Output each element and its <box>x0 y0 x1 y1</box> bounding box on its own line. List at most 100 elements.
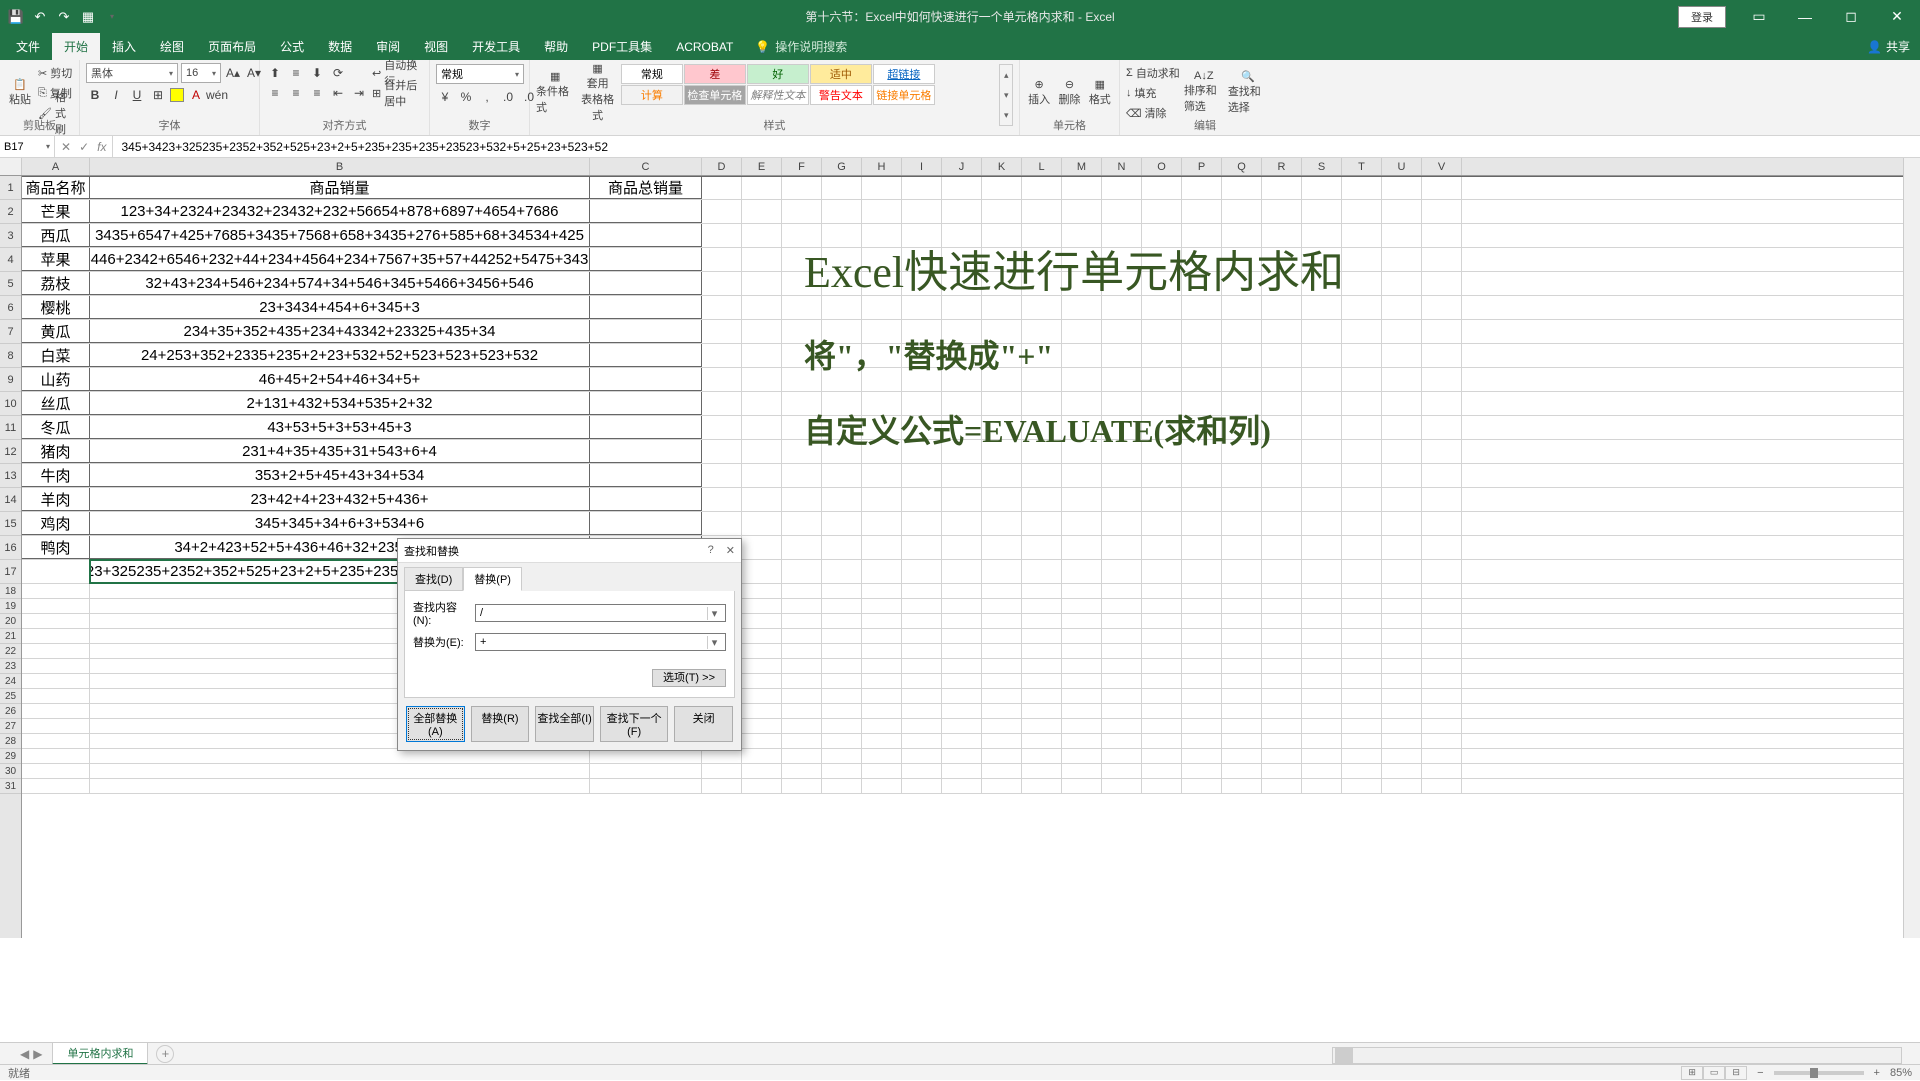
tab-formulas[interactable]: 公式 <box>268 33 316 60</box>
options-button[interactable]: 选项(T) >> <box>652 669 726 687</box>
align-left-icon[interactable]: ≡ <box>266 84 284 102</box>
cell[interactable]: 商品总销量 <box>590 177 702 199</box>
cell[interactable] <box>1382 629 1422 643</box>
cell[interactable] <box>1022 779 1062 793</box>
find-input[interactable]: /▾ <box>475 604 726 622</box>
cell[interactable] <box>1222 659 1262 673</box>
cell[interactable] <box>902 749 942 763</box>
cell[interactable] <box>702 779 742 793</box>
cell[interactable] <box>1022 674 1062 688</box>
cell[interactable]: 234+35+352+435+234+43342+23325+435+34 <box>90 320 590 343</box>
cell[interactable] <box>1382 659 1422 673</box>
cell[interactable] <box>982 512 1022 535</box>
row-header[interactable]: 23 <box>0 659 21 674</box>
cell[interactable] <box>1382 368 1422 391</box>
select-all-corner[interactable] <box>0 158 22 175</box>
cell[interactable] <box>1422 224 1462 247</box>
cell[interactable] <box>1142 644 1182 658</box>
cell[interactable] <box>1022 536 1062 559</box>
qat-more-icon[interactable]: ▾ <box>104 9 120 25</box>
col-header-T[interactable]: T <box>1342 158 1382 175</box>
cell[interactable] <box>1022 629 1062 643</box>
delete-cells-button[interactable]: ⊖删除 <box>1056 64 1082 120</box>
ribbon-display-icon[interactable]: ▭ <box>1736 0 1782 33</box>
cell[interactable] <box>742 536 782 559</box>
login-button[interactable]: 登录 <box>1678 6 1726 28</box>
sheet-nav[interactable]: ◀▶ <box>20 1047 42 1061</box>
cell[interactable] <box>742 392 782 415</box>
cell[interactable] <box>782 674 822 688</box>
style-cell[interactable]: 检查单元格 <box>684 85 746 105</box>
cell[interactable] <box>22 779 90 793</box>
cell[interactable] <box>1422 488 1462 511</box>
style-cell[interactable]: 超链接 <box>873 64 935 84</box>
cell[interactable] <box>1382 599 1422 613</box>
cell[interactable] <box>982 200 1022 223</box>
orientation-icon[interactable]: ⟳ <box>329 64 347 82</box>
redo-icon[interactable]: ↷ <box>56 9 72 25</box>
cell[interactable] <box>1422 674 1462 688</box>
align-bottom-icon[interactable]: ⬇ <box>308 64 326 82</box>
style-cell[interactable]: 链接单元格 <box>873 85 935 105</box>
cell[interactable] <box>1062 177 1102 199</box>
vertical-scrollbar[interactable] <box>1903 158 1920 938</box>
cell[interactable] <box>982 614 1022 628</box>
cell[interactable] <box>822 779 862 793</box>
col-header-U[interactable]: U <box>1382 158 1422 175</box>
cell[interactable] <box>1262 512 1302 535</box>
col-header-J[interactable]: J <box>942 158 982 175</box>
cell[interactable] <box>1182 644 1222 658</box>
cell[interactable] <box>1382 536 1422 559</box>
cell[interactable] <box>1422 368 1462 391</box>
cell[interactable] <box>1382 614 1422 628</box>
cell[interactable] <box>1342 248 1382 271</box>
cell[interactable] <box>742 719 782 733</box>
cell[interactable] <box>702 749 742 763</box>
cell[interactable] <box>822 734 862 748</box>
cell[interactable] <box>702 200 742 223</box>
cell[interactable] <box>1262 644 1302 658</box>
cell[interactable] <box>1102 629 1142 643</box>
cell[interactable] <box>1342 749 1382 763</box>
cell[interactable] <box>1382 674 1422 688</box>
align-middle-icon[interactable]: ≡ <box>287 64 305 82</box>
cell[interactable] <box>782 512 822 535</box>
cells-area[interactable]: 商品名称商品销量商品总销量芒果123+34+2324+23432+23432+2… <box>22 176 1920 938</box>
cell[interactable]: 芒果 <box>22 200 90 223</box>
cell[interactable] <box>702 416 742 439</box>
cell[interactable] <box>1222 734 1262 748</box>
cell[interactable] <box>1262 584 1302 598</box>
row-header[interactable]: 1 <box>0 176 21 200</box>
cell[interactable] <box>590 344 702 367</box>
cell[interactable] <box>942 749 982 763</box>
enter-icon[interactable]: ✓ <box>79 140 89 154</box>
cell[interactable] <box>1382 248 1422 271</box>
cell[interactable] <box>1182 734 1222 748</box>
cell[interactable] <box>22 614 90 628</box>
cell[interactable] <box>1342 488 1382 511</box>
cell[interactable] <box>742 749 782 763</box>
cell[interactable] <box>1422 512 1462 535</box>
cell[interactable] <box>1062 689 1102 703</box>
cell[interactable] <box>982 464 1022 487</box>
col-header-V[interactable]: V <box>1422 158 1462 175</box>
row-header[interactable]: 3 <box>0 224 21 248</box>
cell[interactable] <box>1022 488 1062 511</box>
cell[interactable] <box>590 512 702 535</box>
phonetic-button[interactable]: wén <box>208 86 226 104</box>
row-header[interactable]: 13 <box>0 464 21 488</box>
cell[interactable] <box>1022 560 1062 583</box>
cell[interactable] <box>1342 392 1382 415</box>
name-box[interactable]: B17▾ <box>0 136 55 157</box>
cell[interactable] <box>1262 629 1302 643</box>
cell[interactable] <box>782 614 822 628</box>
cell[interactable] <box>1142 734 1182 748</box>
row-header[interactable]: 6 <box>0 296 21 320</box>
cell[interactable] <box>902 704 942 718</box>
cell[interactable] <box>22 734 90 748</box>
cell[interactable] <box>822 674 862 688</box>
cell[interactable] <box>1022 512 1062 535</box>
cell[interactable] <box>742 464 782 487</box>
cell[interactable] <box>1382 320 1422 343</box>
cell[interactable] <box>742 704 782 718</box>
